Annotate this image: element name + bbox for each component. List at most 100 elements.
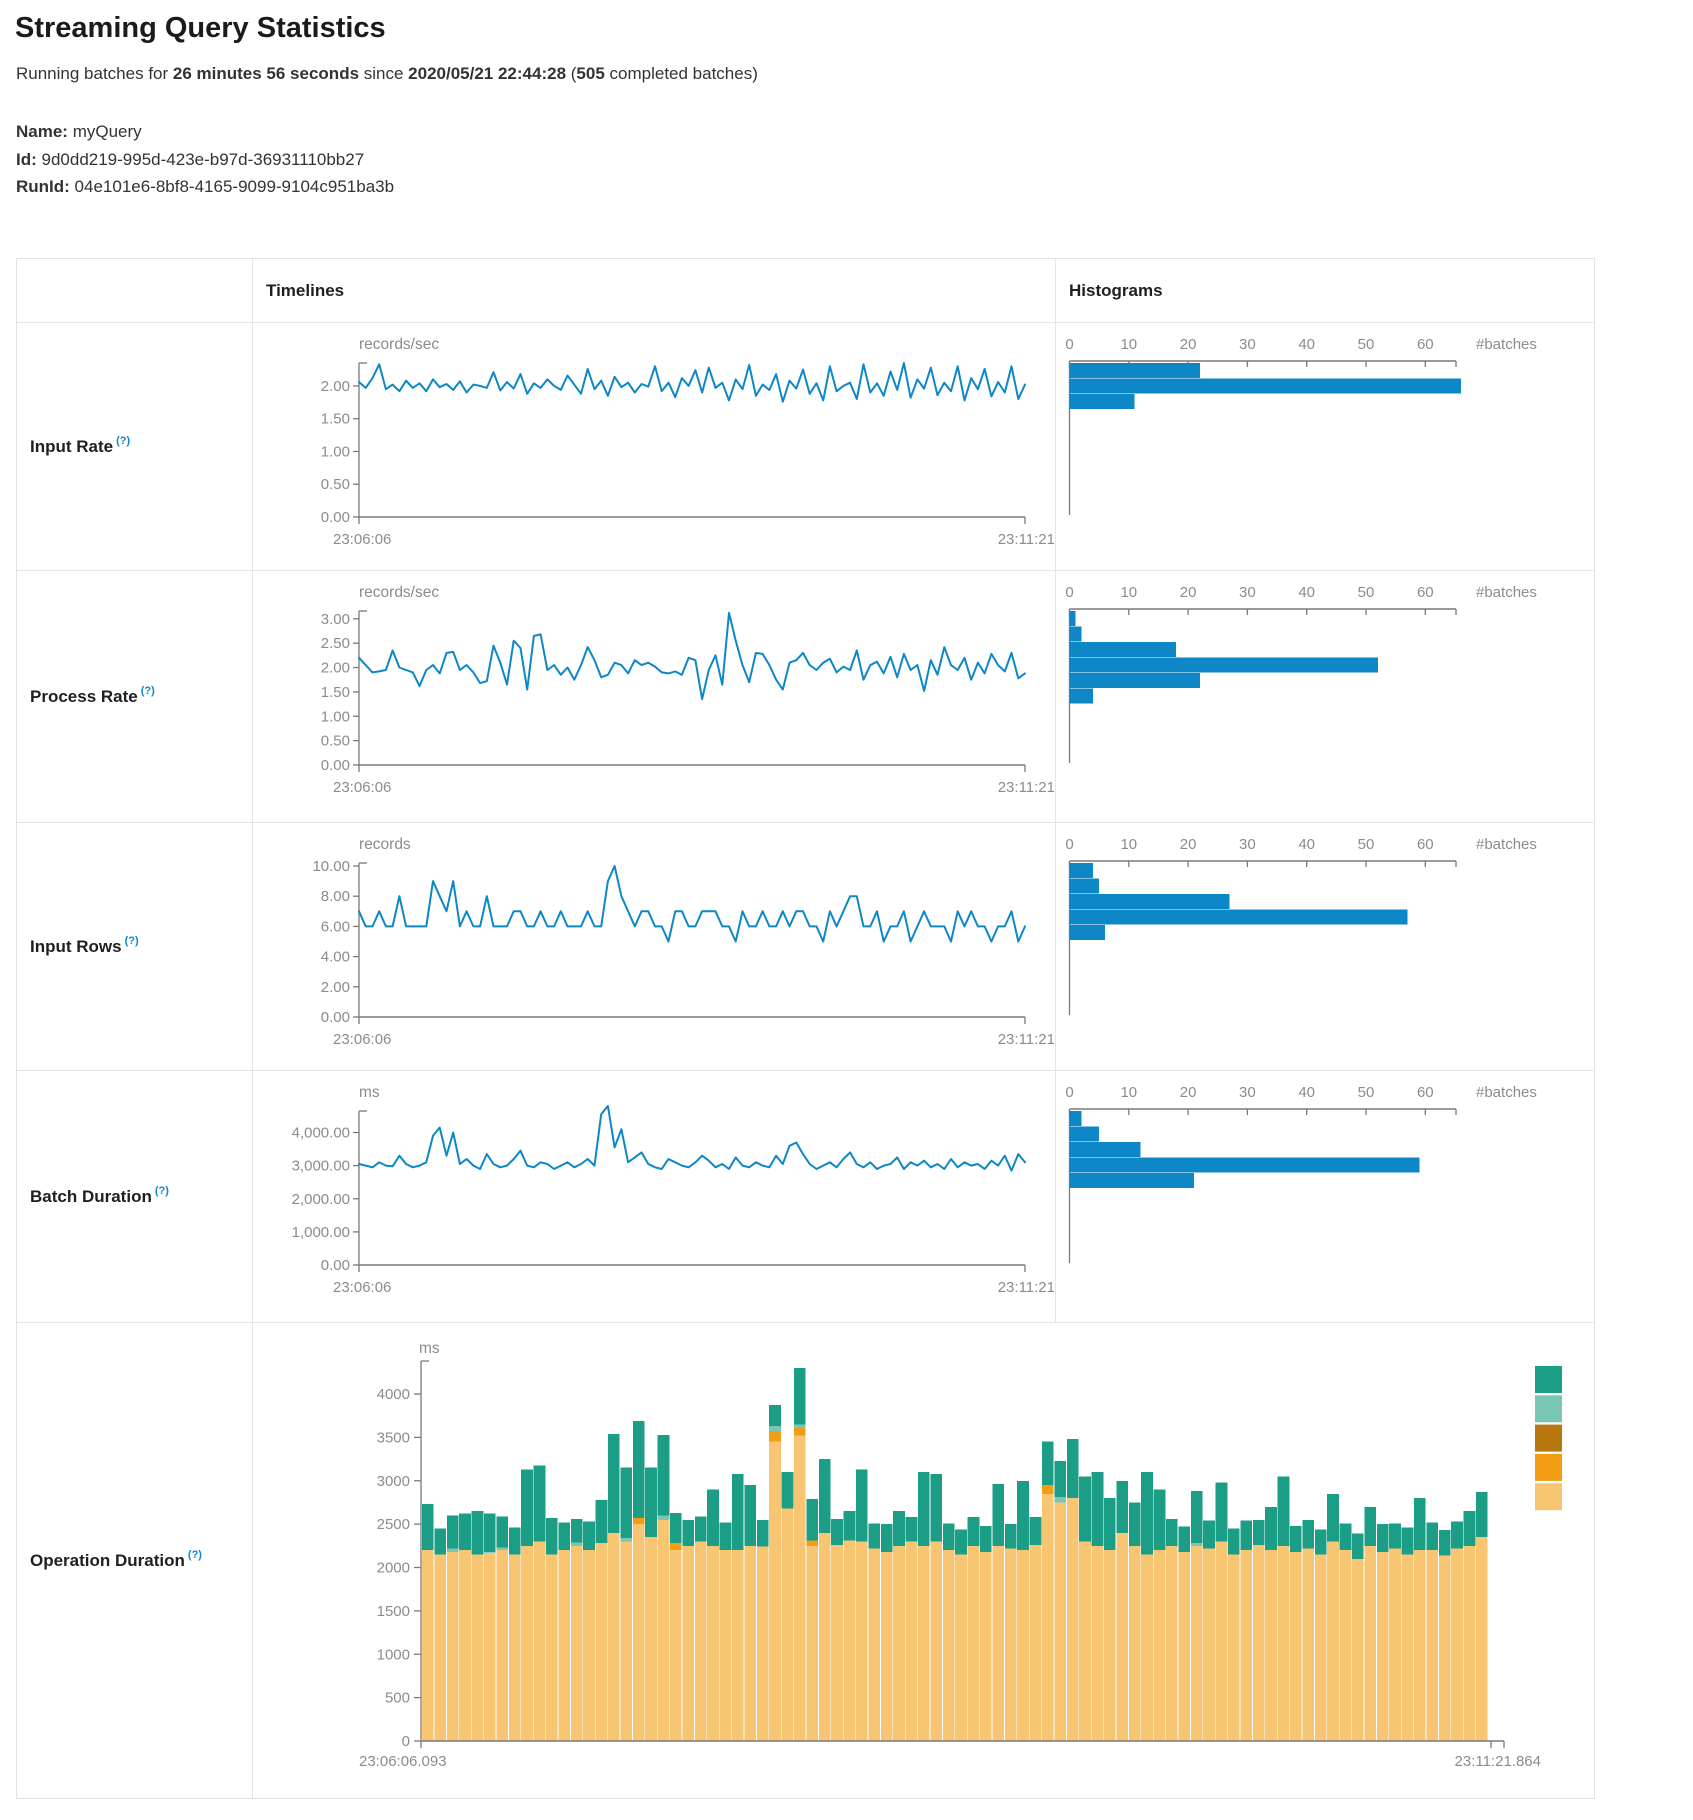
- query-runid-line: RunId: 04e101e6-8bf8-4165-9099-9104c951b…: [16, 173, 394, 201]
- svg-text:0.00: 0.00: [321, 509, 350, 526]
- svg-text:60: 60: [1417, 584, 1434, 601]
- row-label-operation-duration: Operation Duration(?): [17, 1323, 253, 1798]
- id-label: Id:: [16, 150, 37, 169]
- svg-text:#batches: #batches: [1476, 836, 1537, 853]
- svg-text:2000: 2000: [377, 1560, 410, 1577]
- row-label-input-rate: Input Rate(?): [17, 323, 253, 571]
- svg-text:30: 30: [1239, 1084, 1256, 1101]
- svg-text:50: 50: [1358, 1084, 1375, 1101]
- summary-paren: (: [566, 64, 576, 83]
- running-duration: 26 minutes 56 seconds: [173, 64, 359, 83]
- svg-text:#batches: #batches: [1476, 1084, 1537, 1101]
- input-rows-timeline-chart: records10.008.006.004.002.000.0023:06:06…: [253, 823, 1054, 1069]
- svg-text:50: 50: [1358, 836, 1375, 853]
- svg-text:2500: 2500: [377, 1516, 410, 1533]
- svg-text:1000: 1000: [377, 1646, 410, 1663]
- svg-text:40: 40: [1298, 336, 1315, 353]
- svg-text:3000: 3000: [377, 1473, 410, 1490]
- header-histograms: Histograms: [1056, 259, 1594, 323]
- svg-text:ms: ms: [359, 1084, 380, 1101]
- id-value: 9d0dd219-995d-423e-b97d-36931110bb27: [37, 150, 364, 169]
- input-rate-timeline-chart: records/sec2.001.501.000.500.0023:06:062…: [253, 323, 1054, 569]
- svg-text:4.00: 4.00: [321, 949, 350, 966]
- input-rows-histogram-cell: 0102030405060#batches: [1056, 823, 1594, 1071]
- svg-text:0: 0: [1065, 584, 1073, 601]
- svg-text:2.00: 2.00: [321, 378, 350, 395]
- input-rows-histogram-chart: 0102030405060#batches: [1056, 823, 1592, 1069]
- process-rate-histogram-cell: 0102030405060#batches: [1056, 571, 1594, 823]
- svg-text:1500: 1500: [377, 1603, 410, 1620]
- svg-text:3,000.00: 3,000.00: [292, 1158, 350, 1175]
- streaming-query-statistics-page: Streaming Query Statistics Running batch…: [0, 0, 1693, 1820]
- svg-text:2.00: 2.00: [321, 660, 350, 677]
- batch-duration-histogram-chart: 0102030405060#batches: [1056, 1071, 1592, 1321]
- svg-text:23:06:06: 23:06:06: [333, 1031, 391, 1048]
- svg-text:10: 10: [1120, 836, 1137, 853]
- statistics-table: Timelines Histograms Input Rate(?) recor…: [16, 258, 1595, 1799]
- svg-text:60: 60: [1417, 1084, 1434, 1101]
- svg-text:#batches: #batches: [1476, 584, 1537, 601]
- svg-text:1.00: 1.00: [321, 708, 350, 725]
- svg-text:10: 10: [1120, 584, 1137, 601]
- svg-text:1.50: 1.50: [321, 411, 350, 428]
- svg-text:10.00: 10.00: [312, 858, 350, 875]
- input-rows-help-icon[interactable]: (?): [125, 935, 139, 947]
- query-name-line: Name: myQuery: [16, 118, 394, 146]
- process-rate-help-icon[interactable]: (?): [141, 685, 155, 697]
- summary-suffix: completed batches): [605, 64, 758, 83]
- process-rate-timeline-chart: records/sec3.002.502.001.501.000.500.002…: [253, 571, 1054, 821]
- process-rate-label: Process Rate: [30, 687, 138, 707]
- svg-text:20: 20: [1180, 584, 1197, 601]
- completed-batch-count: 505: [576, 64, 604, 83]
- svg-text:6.00: 6.00: [321, 918, 350, 935]
- runid-label: RunId:: [16, 177, 70, 196]
- header-empty-cell: [17, 259, 253, 323]
- svg-text:30: 30: [1239, 584, 1256, 601]
- running-batches-summary: Running batches for 26 minutes 56 second…: [16, 64, 758, 84]
- page-title: Streaming Query Statistics: [15, 12, 386, 45]
- svg-text:23:06:06: 23:06:06: [333, 1279, 391, 1296]
- query-metadata: Name: myQuery Id: 9d0dd219-995d-423e-b97…: [16, 118, 394, 201]
- input-rate-histogram-chart: 0102030405060#batches: [1056, 323, 1592, 569]
- svg-text:0.50: 0.50: [321, 733, 350, 750]
- input-rows-label: Input Rows: [30, 937, 122, 957]
- svg-text:3500: 3500: [377, 1429, 410, 1446]
- svg-text:23:11:21.864: 23:11:21.864: [1455, 1753, 1541, 1770]
- svg-text:2.50: 2.50: [321, 635, 350, 652]
- batch-duration-label: Batch Duration: [30, 1187, 152, 1207]
- operation-duration-help-icon[interactable]: (?): [188, 1549, 202, 1561]
- svg-text:0: 0: [1065, 1084, 1073, 1101]
- svg-text:1.00: 1.00: [321, 443, 350, 460]
- input-rate-histogram-cell: 0102030405060#batches: [1056, 323, 1594, 571]
- svg-text:3.00: 3.00: [321, 611, 350, 628]
- svg-text:4000: 4000: [377, 1386, 410, 1403]
- input-rate-help-icon[interactable]: (?): [116, 435, 130, 447]
- svg-text:records: records: [359, 836, 411, 853]
- svg-text:0: 0: [402, 1733, 410, 1750]
- svg-text:30: 30: [1239, 336, 1256, 353]
- process-rate-histogram-chart: 0102030405060#batches: [1056, 571, 1592, 821]
- svg-text:50: 50: [1358, 336, 1375, 353]
- svg-text:records/sec: records/sec: [359, 584, 439, 601]
- svg-text:23:11:21: 23:11:21: [998, 1031, 1054, 1048]
- svg-text:20: 20: [1180, 1084, 1197, 1101]
- runid-value: 04e101e6-8bf8-4165-9099-9104c951ba3b: [70, 177, 394, 196]
- legend-swatch-0: [1535, 1366, 1562, 1393]
- svg-text:500: 500: [385, 1690, 410, 1707]
- name-value: myQuery: [68, 122, 142, 141]
- svg-text:0: 0: [1065, 336, 1073, 353]
- svg-text:20: 20: [1180, 836, 1197, 853]
- svg-text:2.00: 2.00: [321, 979, 350, 996]
- input-rate-label: Input Rate: [30, 437, 113, 457]
- svg-text:0: 0: [1065, 836, 1073, 853]
- header-timelines: Timelines: [253, 259, 1056, 323]
- svg-text:10: 10: [1120, 336, 1137, 353]
- process-rate-timeline-cell: records/sec3.002.502.001.501.000.500.002…: [253, 571, 1056, 823]
- svg-text:40: 40: [1298, 836, 1315, 853]
- row-label-input-rows: Input Rows(?): [17, 823, 253, 1071]
- batch-duration-timeline-chart: ms4,000.003,000.002,000.001,000.000.0023…: [253, 1071, 1054, 1321]
- batch-duration-help-icon[interactable]: (?): [155, 1185, 169, 1197]
- svg-text:20: 20: [1180, 336, 1197, 353]
- operation-duration-label: Operation Duration: [30, 1551, 185, 1571]
- summary-prefix: Running batches for: [16, 64, 173, 83]
